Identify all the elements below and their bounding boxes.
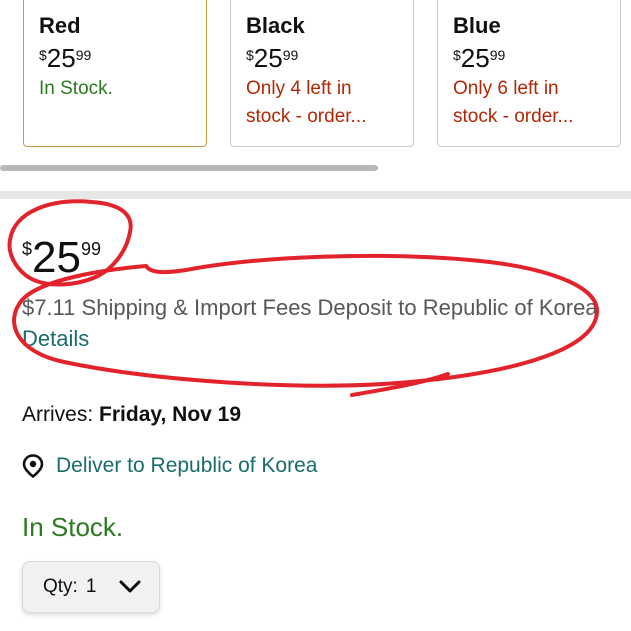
variant-price: $ 25 99	[39, 45, 206, 71]
variant-stock-status-cont: stock - order...	[246, 106, 367, 127]
currency-symbol: $	[39, 47, 47, 63]
quantity-select[interactable]: Qty: 1	[22, 561, 160, 613]
price-fraction: 99	[75, 47, 92, 63]
color-variant-selector: Red $ 25 99 In Stock. Black $ 25 99 Only…	[0, 0, 631, 150]
delivery-estimate: Arrives: Friday, Nov 19	[22, 403, 241, 427]
chevron-down-icon	[119, 580, 141, 593]
variant-stock-status: Only 4 left in	[246, 78, 352, 99]
product-price: $ 25 99	[22, 236, 101, 280]
variant-card-black[interactable]: Black $ 25 99 Only 4 left in stock - ord…	[230, 0, 414, 147]
variant-stock-status: Only 6 left in	[453, 78, 559, 99]
price-whole: 25	[460, 43, 490, 73]
annotation-tail	[350, 372, 450, 397]
price-fraction: 99	[80, 239, 101, 259]
variant-scrollbar-thumb[interactable]	[0, 165, 378, 171]
variant-stock-status: In Stock.	[39, 78, 113, 99]
variant-price: $ 25 99	[453, 45, 620, 71]
section-divider	[0, 191, 631, 199]
deliver-to-link[interactable]: Deliver to Republic of Korea	[56, 454, 317, 478]
price-whole: 25	[46, 43, 76, 73]
variant-name: Blue	[453, 13, 501, 38]
variant-stock-status-cont: stock - order...	[453, 106, 574, 127]
quantity-label: Qty:	[43, 576, 78, 597]
arrives-label: Arrives:	[22, 403, 94, 426]
price-whole: 25	[253, 43, 283, 73]
currency-symbol: $	[453, 47, 461, 63]
shipping-details-link[interactable]: Details	[22, 326, 89, 351]
arrival-date: Friday, Nov 19	[99, 403, 242, 426]
availability-status: In Stock.	[22, 512, 124, 542]
shipping-fees-text: $7.11 Shipping & Import Fees Deposit to …	[22, 295, 598, 320]
location-pin-icon	[22, 454, 44, 478]
variant-price: $ 25 99	[246, 45, 413, 71]
price-fraction: 99	[282, 47, 299, 63]
deliver-to-location[interactable]: Deliver to Republic of Korea	[22, 454, 317, 478]
price-whole: 25	[32, 233, 81, 282]
variant-card-red[interactable]: Red $ 25 99 In Stock.	[23, 0, 207, 147]
variant-card-blue[interactable]: Blue $ 25 99 Only 6 left in stock - orde…	[437, 0, 621, 147]
price-fraction: 99	[489, 47, 506, 63]
currency-symbol: $	[22, 239, 33, 259]
currency-symbol: $	[246, 47, 254, 63]
shipping-fees-info: $7.11 Shipping & Import Fees Deposit to …	[22, 292, 612, 354]
variant-name: Black	[246, 13, 305, 38]
quantity-value: 1	[85, 576, 97, 597]
variant-name: Red	[39, 13, 81, 38]
